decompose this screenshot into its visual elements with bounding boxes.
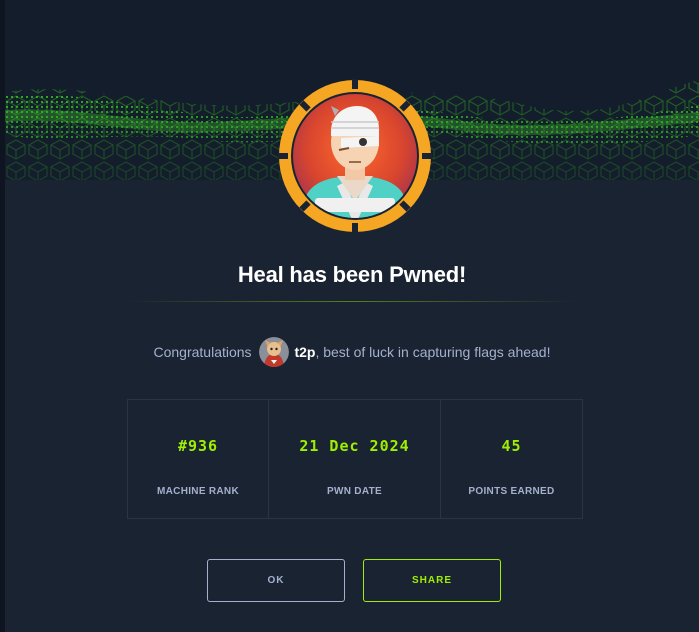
- stat-label: MACHINE RANK: [157, 486, 239, 497]
- congrats-message: Congratulations t2p, best of luck in cap…: [5, 336, 699, 367]
- user-avatar-icon: [259, 336, 290, 367]
- modal-title: Heal has been Pwned!: [237, 262, 467, 287]
- stat-label: PWN DATE: [327, 486, 382, 497]
- machine-avatar-icon: [278, 79, 432, 233]
- stat-machine-rank: #936 MACHINE RANK: [128, 400, 269, 518]
- stat-points-earned: 45 POINTS EARNED: [441, 400, 582, 518]
- ok-button[interactable]: OK: [207, 559, 345, 602]
- stat-pwn-date: 21 Dec 2024 PWN DATE: [269, 400, 441, 518]
- username: t2p: [294, 344, 316, 360]
- stat-value: 45: [501, 437, 522, 455]
- congrats-suffix: , best of luck in capturing flags ahead!: [315, 344, 551, 360]
- pwned-modal: Heal has been Pwned! Congratulations t2p…: [5, 0, 699, 632]
- divider: [127, 301, 577, 302]
- stat-value: #936: [177, 437, 219, 455]
- stat-value: 21 Dec 2024: [299, 437, 410, 455]
- share-button[interactable]: SHARE: [363, 559, 501, 602]
- stat-label: POINTS EARNED: [468, 486, 555, 497]
- congrats-prefix: Congratulations: [153, 344, 252, 360]
- stats-panel: #936 MACHINE RANK 21 Dec 2024 PWN DATE 4…: [127, 399, 583, 519]
- page: Heal has been Pwned! Congratulations t2p…: [0, 0, 699, 632]
